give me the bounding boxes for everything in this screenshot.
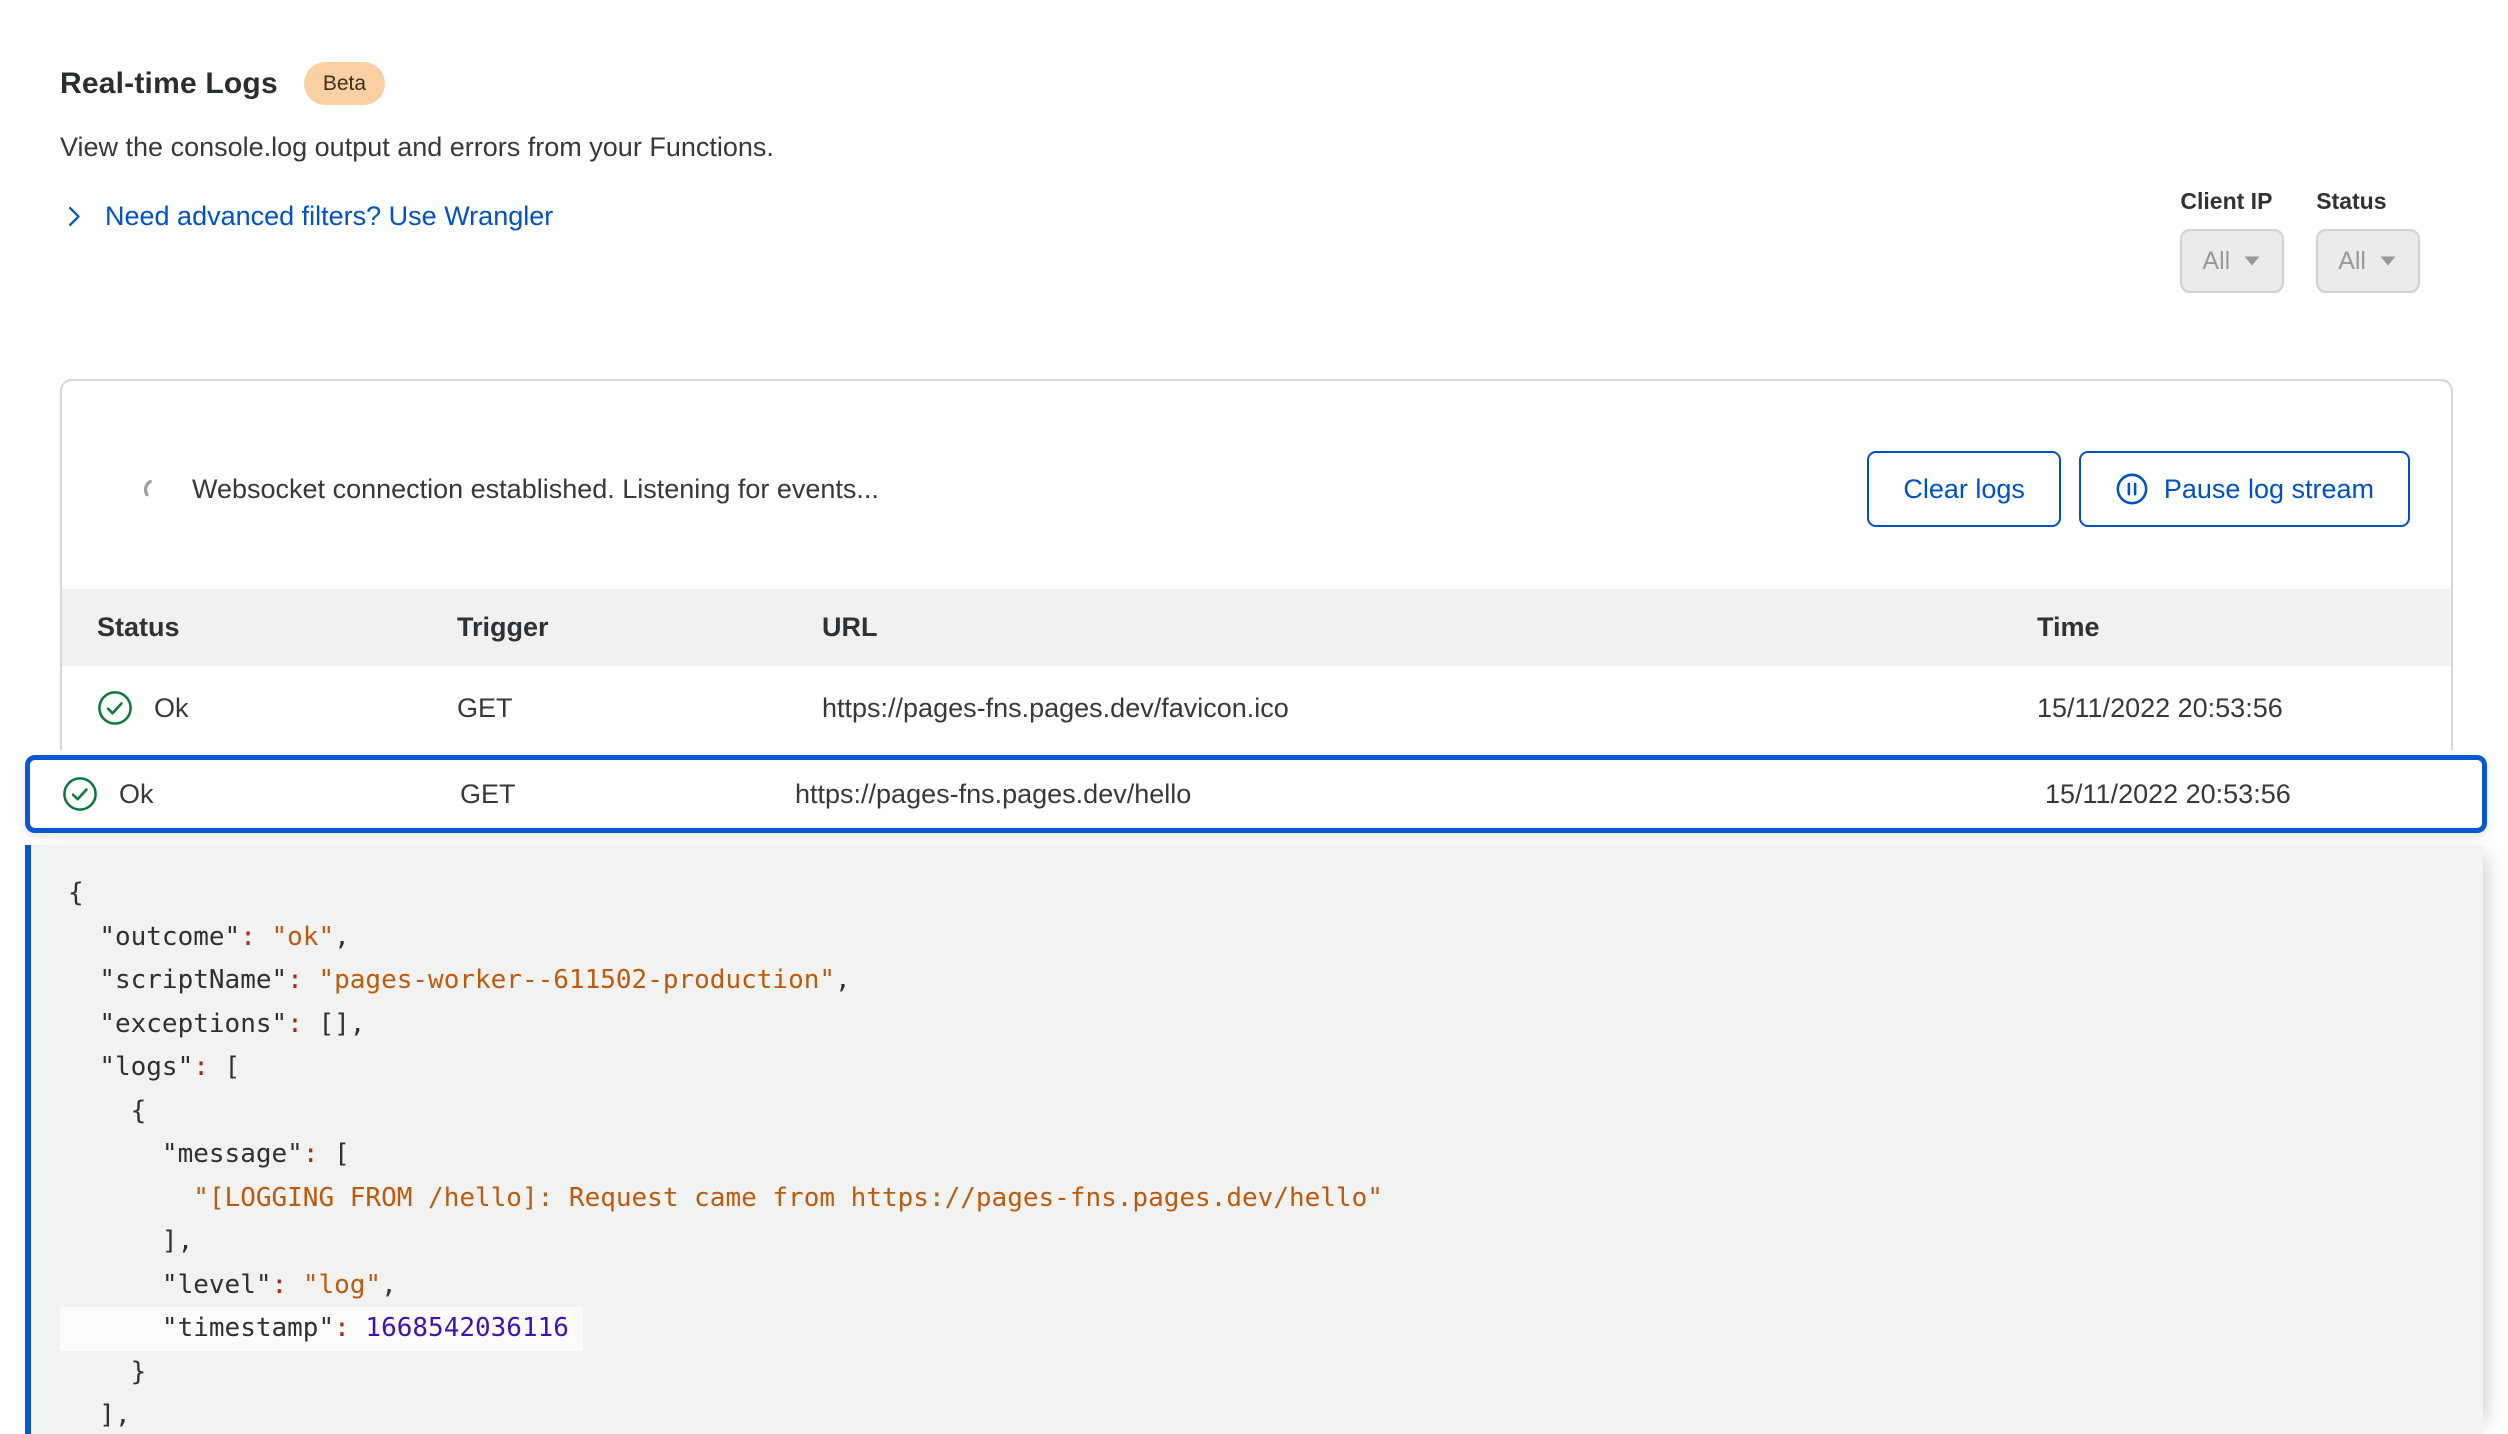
realtime-logs-page: Real-time Logs Beta View the console.log…: [0, 0, 2508, 1434]
pause-log-stream-button[interactable]: Pause log stream: [2079, 451, 2410, 527]
code-line: "timestamp": 1668542036116: [68, 1307, 2453, 1351]
url-cell: https://pages-fns.pages.dev/hello: [795, 779, 2045, 810]
log-table-header: Status Trigger URL Time: [62, 589, 2451, 666]
page-subtitle: View the console.log output and errors f…: [60, 132, 2508, 163]
websocket-status-row: Websocket connection established. Listen…: [62, 381, 2451, 589]
code-line: "message": [: [68, 1133, 2453, 1177]
log-stream-panel: Websocket connection established. Listen…: [60, 379, 2453, 750]
status-filter-value: All: [2338, 247, 2366, 276]
code-line: "logs": [: [68, 1046, 2453, 1090]
wrangler-link-row[interactable]: Need advanced filters? Use Wrangler: [60, 201, 2508, 232]
caret-down-icon: [2378, 254, 2398, 268]
column-header-url: URL: [822, 612, 2037, 643]
status-ok-icon: [62, 776, 98, 812]
code-line: "[LOGGING FROM /hello]: Request came fro…: [68, 1177, 2453, 1221]
status-cell: Ok: [62, 776, 460, 812]
selected-log-row[interactable]: Ok GET https://pages-fns.pages.dev/hello…: [25, 755, 2487, 833]
time-cell: 15/11/2022 20:53:56: [2045, 779, 2482, 810]
trigger-cell: GET: [457, 693, 822, 724]
log-detail-json-panel: { "outcome": "ok", "scriptName": "pages-…: [25, 845, 2483, 1434]
clear-logs-label: Clear logs: [1903, 474, 2025, 505]
log-filters: Client IP All Status All: [2180, 188, 2420, 293]
code-line: "exceptions": [],: [68, 1003, 2453, 1047]
column-header-time: Time: [2037, 612, 2451, 643]
expanded-log-entry: Ok GET https://pages-fns.pages.dev/hello…: [25, 755, 2487, 1434]
log-table-body: Ok GEThttps://pages-fns.pages.dev/favicon…: [62, 666, 2451, 750]
caret-down-icon: [2242, 254, 2262, 268]
client-ip-filter-select[interactable]: All: [2180, 229, 2284, 293]
status-cell: Ok: [97, 690, 457, 726]
pause-icon: [2115, 472, 2149, 506]
wrangler-link[interactable]: Need advanced filters? Use Wrangler: [105, 201, 553, 232]
chevron-right-icon: [60, 203, 87, 230]
beta-badge: Beta: [304, 62, 385, 105]
status-filter-select[interactable]: All: [2316, 229, 2420, 293]
code-line: }: [68, 1351, 2453, 1395]
code-line: "level": "log",: [68, 1264, 2453, 1308]
code-line: ],: [68, 1220, 2453, 1264]
websocket-status-message: Websocket connection established. Listen…: [192, 474, 1867, 505]
pause-log-stream-label: Pause log stream: [2164, 474, 2374, 505]
code-line: "scriptName": "pages-worker--611502-prod…: [68, 959, 2453, 1003]
page-title: Real-time Logs: [60, 67, 278, 101]
clear-logs-button[interactable]: Clear logs: [1867, 451, 2061, 527]
code-line: {: [68, 1090, 2453, 1134]
url-cell: https://pages-fns.pages.dev/favicon.ico: [822, 693, 2037, 724]
status-ok-icon: [97, 690, 133, 726]
code-line: "outcome": "ok",: [68, 916, 2453, 960]
page-header: Real-time Logs Beta View the console.log…: [0, 0, 2508, 232]
code-line: ],: [68, 1394, 2453, 1434]
table-row[interactable]: Ok GEThttps://pages-fns.pages.dev/favicon…: [62, 666, 2451, 750]
status-text: Ok: [154, 693, 189, 724]
time-cell: 15/11/2022 20:53:56: [2037, 693, 2451, 724]
spinner-icon: [140, 474, 170, 504]
client-ip-filter-label: Client IP: [2180, 188, 2284, 215]
client-ip-filter-value: All: [2202, 247, 2230, 276]
column-header-status: Status: [97, 612, 457, 643]
status-filter-label: Status: [2316, 188, 2420, 215]
column-header-trigger: Trigger: [457, 612, 822, 643]
log-detail-json: { "outcome": "ok", "scriptName": "pages-…: [68, 872, 2453, 1434]
status-text: Ok: [119, 779, 154, 810]
code-line: {: [68, 872, 2453, 916]
trigger-cell: GET: [460, 779, 795, 810]
